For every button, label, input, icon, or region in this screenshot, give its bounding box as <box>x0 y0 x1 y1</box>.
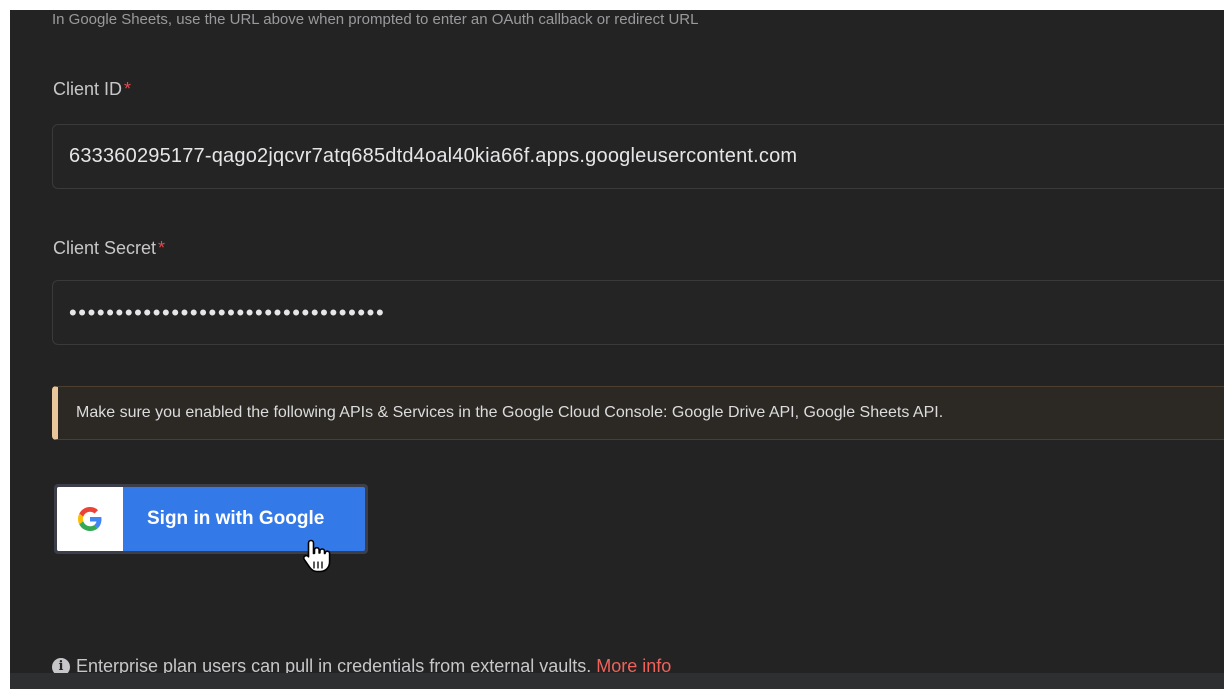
footer-bar <box>10 673 1224 689</box>
credentials-panel: In Google Sheets, use the URL above when… <box>10 10 1224 689</box>
google-button-label: Sign in with Google <box>147 508 325 529</box>
client-id-label-text: Client ID <box>53 79 123 99</box>
google-g-icon <box>57 487 123 551</box>
required-mark: * <box>158 238 166 258</box>
api-services-notice: Make sure you enabled the following APIs… <box>52 386 1224 440</box>
client-secret-label: Client Secret * <box>53 238 165 259</box>
client-secret-masked-value: •••••••••••••••••••••••••••••••••• <box>69 299 386 325</box>
client-id-field[interactable]: 633360295177-qago2jqcvr7atq685dtd4oal40k… <box>52 124 1224 189</box>
required-mark: * <box>124 79 132 99</box>
client-id-label: Client ID * <box>53 79 131 100</box>
notice-text: Make sure you enabled the following APIs… <box>76 404 944 421</box>
client-id-value: 633360295177-qago2jqcvr7atq685dtd4oal40k… <box>69 145 798 167</box>
client-secret-field[interactable]: •••••••••••••••••••••••••••••••••• <box>52 280 1224 345</box>
hand-pointer-cursor-icon <box>303 539 331 573</box>
redirect-url-hint: In Google Sheets, use the URL above when… <box>52 11 699 28</box>
client-secret-label-text: Client Secret <box>53 238 157 258</box>
